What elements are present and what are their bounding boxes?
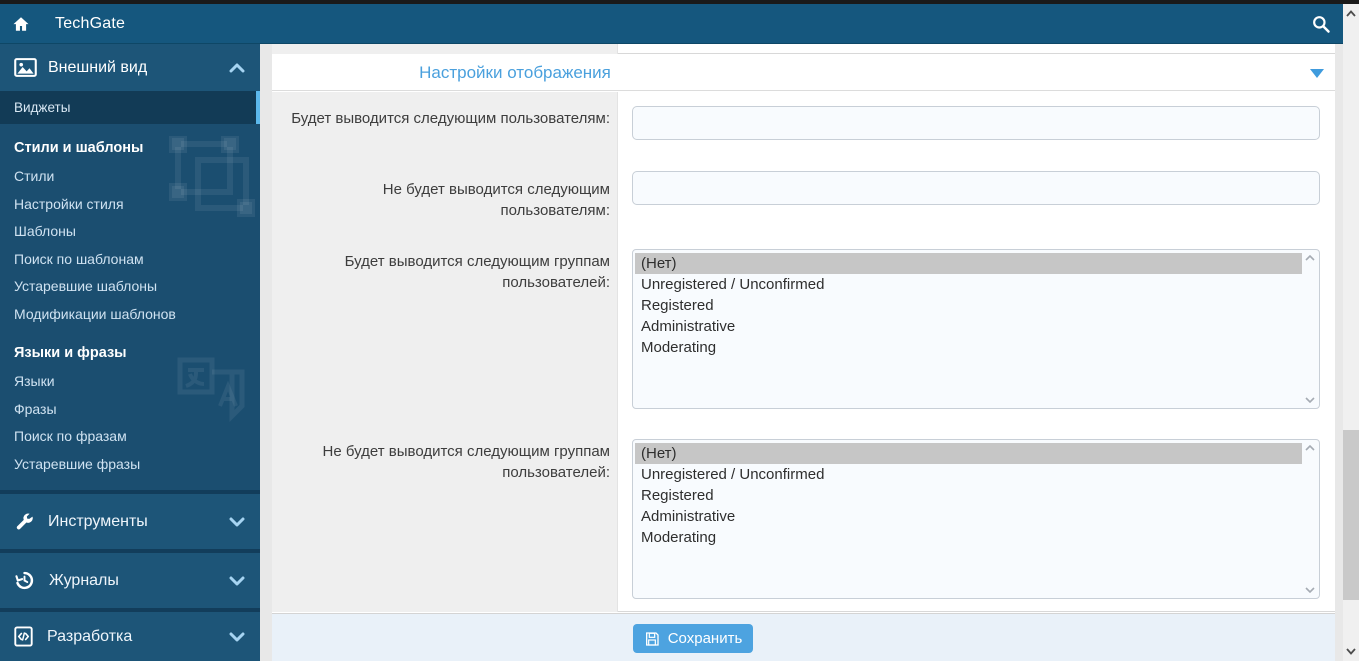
scrollbar-up-icon[interactable] [1346,10,1356,17]
scrollbar-thumb[interactable] [1343,430,1359,600]
select-option[interactable]: (Нет) [635,253,1302,274]
sidebar-section-appearance[interactable]: Внешний вид [0,44,260,91]
sidebar-item-widgets[interactable]: Виджеты [0,91,260,124]
select-option[interactable]: Registered [635,485,1302,506]
active-indicator [256,91,260,124]
sidebar-item[interactable]: Языки [14,374,250,389]
brand-title: TechGate [55,14,126,32]
section-title[interactable]: Настройки отображения [272,63,758,83]
sidebar-section-label: Журналы [49,571,119,589]
save-button[interactable]: Сохранить [633,624,753,653]
field-label-show-groups: Будет выводится следующим группам пользо… [344,253,610,291]
sidebar-group-languages-phrases: Языки и фразы Языки Фразы Поиск по фразам У… [14,345,250,484]
sidebar-item[interactable]: Устаревшие фразы [14,456,250,472]
save-icon [645,631,659,646]
sidebar-item[interactable]: Поиск по фразам [14,429,250,444]
select-option[interactable]: (Нет) [635,443,1302,464]
hide-users-input[interactable] [632,171,1320,205]
sidebar-item[interactable]: Устаревшие шаблоны [14,279,250,294]
previous-section-label-column [272,44,618,54]
sidebar-group-header: Языки и фразы [14,345,127,361]
select-option[interactable]: Registered [635,295,1302,316]
sidebar-section-label: Разработка [47,627,133,645]
sidebar-section-journals[interactable]: Журналы [0,549,260,608]
chevron-down-icon [229,517,245,526]
home-icon[interactable] [12,15,30,33]
sidebar-group-header: Стили и шаблоны [14,140,144,156]
select-option[interactable]: Unregistered / Unconfirmed [635,274,1302,295]
code-icon [14,626,33,647]
show-groups-multiselect[interactable]: (Нет) Unregistered / Unconfirmed Registere… [632,249,1320,409]
sidebar-item-label: Виджеты [14,100,71,115]
sidebar-item[interactable]: Стили [14,169,250,184]
multiselect-scrollbar[interactable] [1303,442,1317,596]
display-settings-header: Настройки отображения [272,55,1335,91]
topbar: TechGate [0,4,1343,44]
sidebar-section-label: Инструменты [48,512,148,530]
scroll-down-icon[interactable] [1305,397,1315,403]
save-button-label: Сохранить [667,630,743,647]
scroll-down-icon[interactable] [1305,587,1315,593]
sidebar-section-tools[interactable]: Инструменты [0,490,260,549]
label-column [272,92,618,612]
scroll-up-icon[interactable] [1305,445,1315,451]
sidebar-item[interactable]: Поиск по шаблонам [14,251,250,267]
show-users-input[interactable] [632,106,1320,140]
select-option[interactable]: Administrative [635,316,1302,337]
sidebar-section-label: Внешний вид [48,58,148,76]
collapse-section-icon[interactable] [1310,69,1324,78]
sidebar-item[interactable]: Модификации шаблонов [14,306,250,322]
sidebar-group-items: Языки Фразы Поиск по фразам Устаревшие фраз… [14,374,250,472]
chevron-down-icon [229,576,245,585]
select-option[interactable]: Moderating [635,337,1302,358]
content-panel: Настройки отображения Будет выводится сл… [272,44,1335,661]
admin-screen: TechGate Внешний вид Виджеты Стили и шаб… [0,0,1359,661]
chevron-up-icon [229,63,245,72]
page-scrollbar[interactable] [1343,4,1359,661]
select-option[interactable]: Administrative [635,506,1302,527]
select-option[interactable]: Unregistered / Unconfirmed [635,464,1302,485]
field-label-hide-groups: Не будет выводится следующим группам пол… [322,443,610,481]
sidebar-section-development[interactable]: Разработка [0,608,260,661]
display-settings-form: Будет выводится следующим пользователям:… [272,92,1335,612]
multiselect-scrollbar[interactable] [1303,252,1317,406]
scrollbar-down-icon[interactable] [1346,648,1356,655]
hide-groups-multiselect[interactable]: (Нет) Unregistered / Unconfirmed Registere… [632,439,1320,599]
chevron-down-icon [229,632,245,641]
previous-section-edge [272,44,1335,54]
sidebar-item[interactable]: Настройки стиля [14,196,250,212]
sidebar-item[interactable]: Шаблоны [14,224,250,239]
sidebar-group-items: Стили Настройки стиля Шаблоны Поиск по шабл… [14,169,250,322]
image-icon [14,58,37,77]
scroll-up-icon[interactable] [1305,255,1315,261]
sidebar-item[interactable]: Фразы [14,401,250,417]
form-footer: Сохранить [272,613,1335,661]
field-label-show-users: Будет выводится следующим пользователям: [291,110,610,127]
search-icon[interactable] [1311,14,1331,34]
sidebar-group-styles-templates: Стили и шаблоны Стили Настройки стиля Шабл… [14,140,250,334]
sidebar: Внешний вид Виджеты Стили и шаблоны Стил… [0,44,260,661]
select-option[interactable]: Moderating [635,527,1302,548]
wrench-icon [16,513,33,529]
history-icon [15,571,34,590]
field-label-hide-users: Не будет выводится следующим пользовател… [382,181,610,219]
